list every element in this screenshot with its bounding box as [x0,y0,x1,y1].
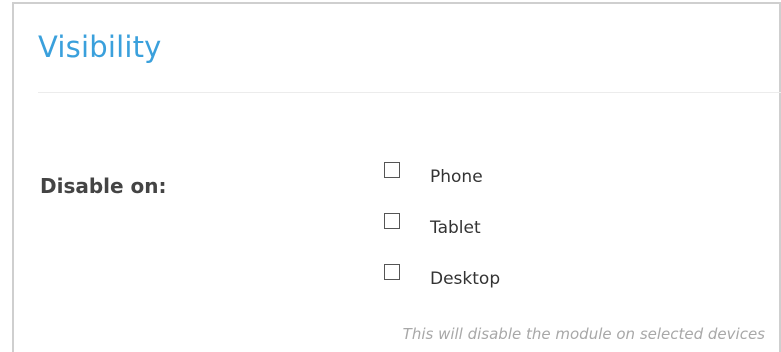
phone-checkbox[interactable] [384,162,400,178]
disable-on-label: Disable on: [40,174,167,198]
section-title: Visibility [38,30,162,64]
desktop-checkbox[interactable] [384,264,400,280]
tablet-label: Tablet [430,218,481,238]
section-divider [38,92,781,93]
visibility-panel: Visibility Disable on: Phone Tablet Desk… [12,2,781,352]
phone-label: Phone [430,167,483,187]
desktop-label: Desktop [430,269,501,289]
tablet-checkbox[interactable] [384,213,400,229]
help-text: This will disable the module on selected… [402,325,765,343]
